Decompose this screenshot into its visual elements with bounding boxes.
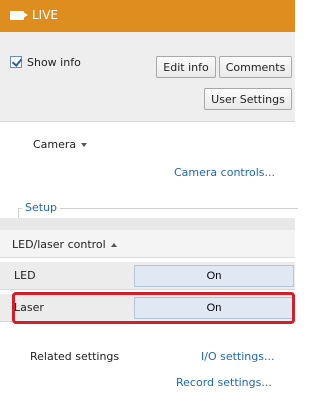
related-settings-label: Related settings — [30, 350, 120, 363]
edit-info-button[interactable]: Edit info — [156, 56, 216, 78]
chevron-down-icon — [81, 143, 88, 147]
io-settings-link[interactable]: I/O settings... — [201, 350, 274, 363]
show-info-label[interactable]: Show info — [27, 56, 81, 69]
section-gap — [0, 218, 295, 230]
led-label: LED — [14, 269, 36, 282]
user-settings-button[interactable]: User Settings — [204, 88, 292, 110]
setup-group-label: Setup — [22, 201, 61, 214]
camera-label: Camera — [33, 138, 77, 151]
camera-dropdown[interactable]: Camera — [33, 138, 88, 151]
camera-controls-link[interactable]: Camera controls... — [174, 166, 275, 179]
laser-highlight-box — [12, 292, 295, 324]
led-row: LED On — [0, 262, 295, 290]
live-title: LIVE — [32, 8, 59, 22]
led-on-button[interactable]: On — [134, 265, 294, 287]
record-settings-link[interactable]: Record settings... — [176, 376, 272, 389]
live-header-bar: LIVE — [0, 0, 295, 32]
video-camera-icon — [10, 11, 28, 20]
comments-button[interactable]: Comments — [219, 56, 292, 78]
show-info-checkbox[interactable] — [10, 56, 22, 68]
led-laser-header[interactable]: LED/laser control — [0, 230, 295, 258]
led-laser-header-label: LED/laser control — [12, 238, 117, 251]
setup-divider-left — [18, 208, 19, 218]
chevron-up-icon — [110, 243, 117, 247]
led-laser-header-text: LED/laser control — [12, 238, 106, 251]
